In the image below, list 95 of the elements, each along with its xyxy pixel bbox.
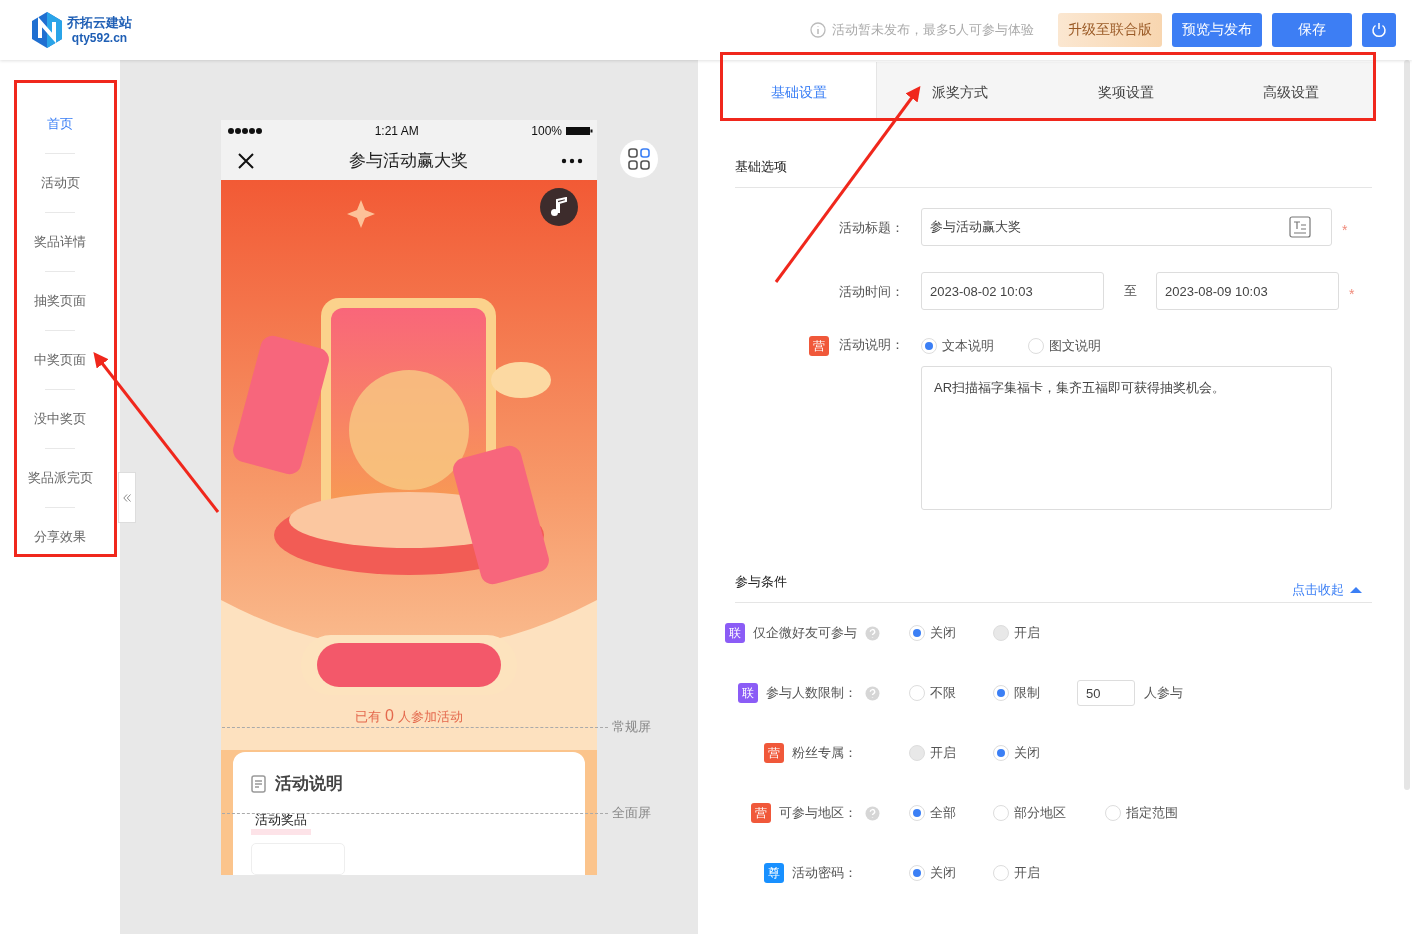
help-icon[interactable] — [865, 685, 880, 701]
logo-domain: qty592.cn — [71, 31, 128, 46]
field-label: 粉丝专属： — [792, 744, 857, 762]
badge: 联 — [725, 623, 745, 643]
action-button[interactable]: 保存 — [1272, 13, 1352, 47]
sidebar-item[interactable]: 活动页 — [40, 154, 80, 212]
sidebar-item[interactable]: 奖品派完页 — [27, 449, 93, 507]
date-field[interactable]: 2023-08-09 10:03 — [1156, 272, 1339, 310]
required-mark: * — [1342, 221, 1348, 240]
layout-button[interactable] — [620, 140, 658, 178]
document-icon — [251, 774, 269, 793]
radio-label: 文本说明 — [942, 337, 994, 355]
sidebar-item[interactable]: 没中奖页 — [34, 390, 86, 448]
field-label: 仅企微好友可参与 — [753, 624, 857, 642]
field-label: 活动说明： — [839, 336, 904, 354]
prize-tab[interactable]: 活动奖品 — [251, 813, 311, 835]
double-chevron-left-icon — [123, 493, 131, 502]
more-icon[interactable] — [561, 157, 583, 164]
help-icon[interactable] — [865, 805, 880, 821]
battery-percent: 100% — [531, 123, 562, 138]
action-button[interactable]: 预览与发布 — [1172, 13, 1262, 47]
badge: 营 — [751, 803, 771, 823]
notice-text: 活动暂未发布，最多5人可参与体验 — [831, 21, 1034, 39]
sidebar-item[interactable]: 抽奖页面 — [34, 272, 86, 330]
participant-count: 已有 0 人参加活动 — [354, 707, 464, 726]
radio-label: 关闭 — [930, 624, 956, 642]
radio-label: 图文说明 — [1049, 337, 1101, 355]
range-separator: 至 — [1122, 282, 1138, 300]
radio-button[interactable] — [909, 865, 925, 881]
section-title: 参与条件 — [735, 573, 788, 591]
radio-label: 关闭 — [930, 864, 956, 882]
signal-icon — [228, 126, 262, 135]
sidebar-item[interactable]: 分享效果 — [34, 508, 86, 566]
close-icon[interactable] — [237, 151, 255, 170]
limit-field[interactable]: 50 — [1077, 680, 1135, 706]
description-field[interactable]: AR扫描福字集福卡，集齐五福即可获得抽奖机会。 — [921, 366, 1332, 510]
radio-label: 开启 — [930, 744, 956, 762]
screen-mark-label: 常规屏 — [612, 718, 651, 736]
radio-label: 限制 — [1014, 684, 1040, 702]
upgrade-button[interactable]: 升级至联合版 — [1058, 13, 1162, 47]
radio-button[interactable] — [1105, 805, 1121, 821]
field-label: 可参与地区： — [779, 804, 857, 822]
radio-label: 开启 — [1014, 624, 1040, 642]
info-icon — [809, 22, 826, 38]
radio-button[interactable] — [993, 685, 1009, 701]
section-title: 基础选项 — [735, 158, 1372, 188]
radio-button[interactable] — [993, 865, 1009, 881]
caret-up-icon[interactable] — [1350, 586, 1362, 594]
badge: 联 — [738, 683, 758, 703]
radio-button[interactable] — [1028, 338, 1044, 354]
sidebar-item[interactable]: 中奖页面 — [34, 331, 86, 389]
tab[interactable]: 奖项设置 — [1042, 62, 1209, 120]
help-icon[interactable] — [865, 625, 880, 641]
radio-label: 开启 — [1014, 864, 1040, 882]
radio-button[interactable] — [909, 805, 925, 821]
tab[interactable]: 基础设置 — [722, 62, 877, 120]
status-time: 1:21 AM — [374, 123, 419, 138]
unit-label: 人参与 — [1144, 684, 1183, 702]
radio-button[interactable] — [909, 625, 925, 641]
sidebar-item[interactable]: 奖品详情 — [34, 213, 86, 271]
page-title: 参与活动赢大奖 — [348, 150, 468, 173]
grid-icon — [628, 148, 650, 170]
tab[interactable]: 派奖方式 — [877, 62, 1043, 120]
power-icon — [1370, 21, 1388, 39]
screen-mark-label: 全面屏 — [612, 804, 651, 822]
title-field[interactable]: 参与活动赢大奖 — [921, 208, 1332, 246]
radio-label: 部分地区 — [1014, 804, 1066, 822]
badge: 营 — [809, 336, 829, 356]
logo-name: 乔拓云建站 — [67, 14, 132, 31]
badge: 尊 — [764, 863, 784, 883]
card-title: 活动说明 — [275, 773, 343, 795]
tab[interactable]: 高级设置 — [1208, 62, 1374, 120]
badge: 营 — [764, 743, 784, 763]
battery-icon — [566, 125, 593, 136]
scrollbar-thumb[interactable] — [1404, 60, 1410, 790]
required-mark: * — [1349, 285, 1355, 304]
music-note-icon — [550, 197, 568, 217]
radio-label: 关闭 — [1014, 744, 1040, 762]
sidebar-item[interactable]: 首页 — [47, 95, 73, 153]
date-field[interactable]: 2023-08-02 10:03 — [921, 272, 1104, 310]
power-button[interactable] — [1362, 13, 1396, 47]
radio-button[interactable] — [921, 338, 937, 354]
radio-button[interactable] — [909, 685, 925, 701]
radio-button[interactable] — [993, 745, 1009, 761]
radio-label: 全部 — [930, 804, 956, 822]
field-label: 活动标题： — [839, 219, 904, 237]
field-label: 活动密码： — [792, 864, 857, 882]
field-label: 活动时间： — [839, 283, 904, 301]
text-format-icon[interactable] — [1289, 216, 1311, 238]
radio-button[interactable] — [993, 805, 1009, 821]
field-label: 参与人数限制： — [766, 684, 857, 702]
radio-label: 不限 — [930, 684, 956, 702]
logo-icon — [30, 11, 64, 49]
radio-label: 指定范围 — [1126, 804, 1178, 822]
collapse-link[interactable]: 点击收起 — [1292, 581, 1344, 599]
